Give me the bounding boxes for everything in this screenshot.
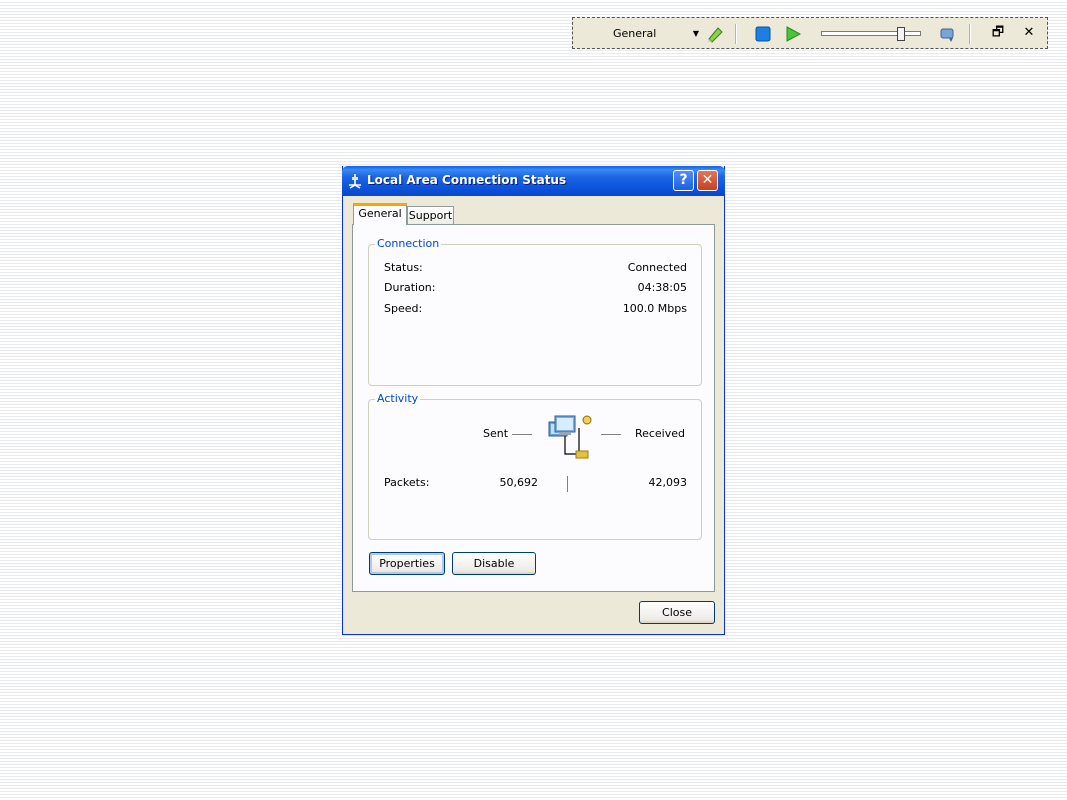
pencil-icon[interactable]: [706, 25, 724, 43]
help-button[interactable]: ?: [673, 170, 694, 191]
packets-sent-value: 50,692: [499, 476, 539, 489]
status-value: Connected: [627, 261, 687, 274]
recorder-toolbar: General ▼ 🗗 ✕: [572, 17, 1048, 49]
stop-icon[interactable]: [754, 25, 772, 43]
close-icon[interactable]: ✕: [1021, 25, 1037, 41]
tab-support[interactable]: Support: [407, 206, 454, 226]
profile-dropdown-value: General: [613, 27, 657, 40]
slider-track: [821, 31, 921, 36]
network-connection-icon: [349, 174, 361, 189]
volume-slider[interactable]: [821, 27, 921, 41]
play-icon[interactable]: [784, 25, 802, 43]
general-tab-panel: Connection Status: Connected Duration: 0…: [352, 224, 715, 592]
slider-thumb[interactable]: [897, 27, 905, 41]
duration-label: Duration:: [384, 281, 436, 294]
disable-button[interactable]: Disable: [452, 552, 536, 575]
close-button[interactable]: Close: [639, 601, 715, 624]
window-title: Local Area Connection Status: [367, 173, 567, 187]
connection-legend: Connection: [375, 237, 442, 250]
title-bar[interactable]: Local Area Connection Status ? ✕: [342, 166, 725, 196]
connection-status-window: Local Area Connection Status ? ✕ General…: [342, 166, 725, 635]
window-close-button[interactable]: ✕: [697, 170, 718, 191]
tab-general[interactable]: General: [353, 203, 407, 225]
network-activity-icon: [548, 415, 592, 459]
packets-separator: [567, 476, 568, 492]
connection-group: Connection Status: Connected Duration: 0…: [368, 237, 702, 386]
packets-label: Packets:: [384, 476, 430, 489]
dropdown-arrow-icon: ▼: [692, 29, 699, 38]
sent-divider: [512, 434, 532, 435]
speed-label: Speed:: [384, 302, 423, 315]
packets-received-value: 42,093: [648, 476, 688, 489]
toolbar-separator: [735, 24, 737, 44]
status-label: Status:: [384, 261, 423, 274]
activity-group: Activity Sent Received Packets: 50,692 4…: [368, 392, 702, 540]
activity-legend: Activity: [375, 392, 421, 405]
sent-label: Sent: [483, 427, 509, 440]
restore-icon[interactable]: 🗗: [990, 25, 1006, 41]
speaker-icon[interactable]: [939, 25, 957, 43]
received-label: Received: [634, 427, 685, 440]
received-divider: [601, 434, 621, 435]
speed-value: 100.0 Mbps: [622, 302, 687, 315]
duration-value: 04:38:05: [637, 281, 687, 294]
toolbar-separator: [969, 24, 971, 44]
properties-button[interactable]: Properties: [369, 552, 445, 575]
profile-dropdown[interactable]: General ▼: [581, 24, 699, 44]
